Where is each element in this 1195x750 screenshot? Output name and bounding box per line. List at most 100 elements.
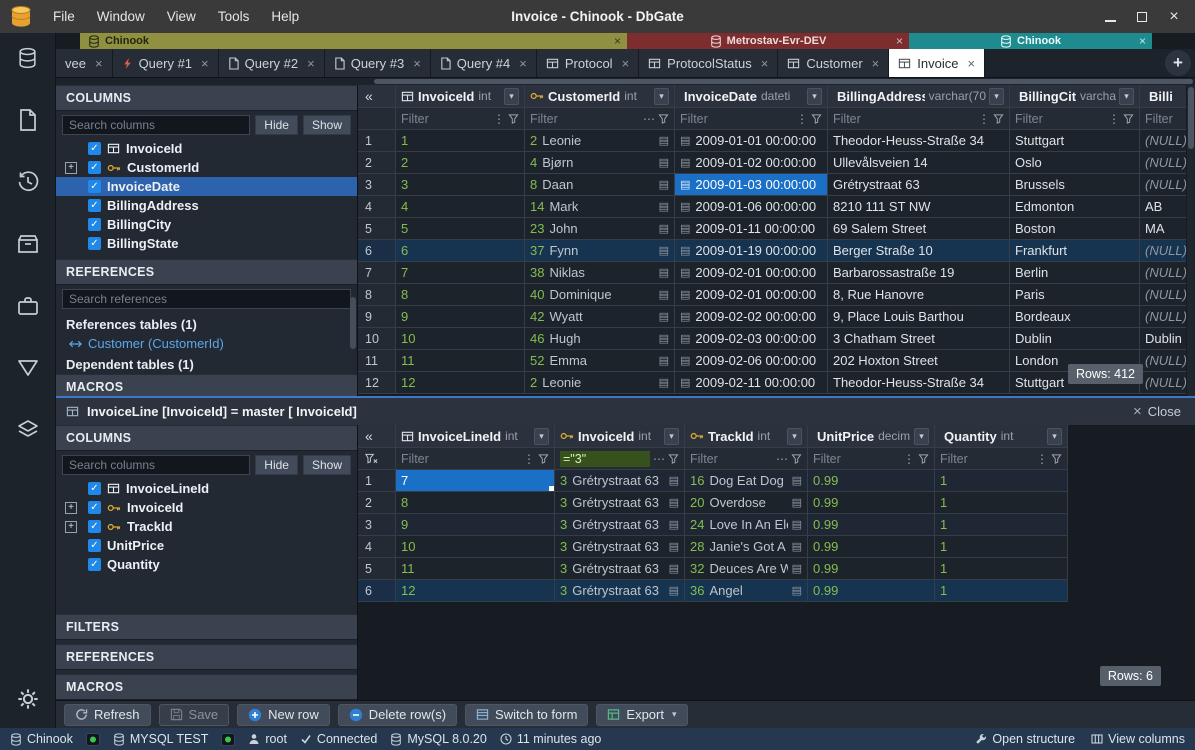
column-dropdown-icon[interactable]: ▾ [1047, 428, 1062, 445]
column-header-invoiceid[interactable]: InvoiceIdint▾ [555, 425, 685, 448]
switch-to-form-button[interactable]: Switch to form [465, 704, 588, 726]
customerid-cell[interactable]: 37Fynn▤ [525, 240, 675, 262]
datetime-icon[interactable]: ▤ [680, 244, 690, 257]
open-reference-icon[interactable]: ▤ [788, 584, 802, 597]
tab-close-icon[interactable]: × [761, 56, 769, 71]
tab-close-icon[interactable]: × [201, 56, 209, 71]
open-reference-icon[interactable]: ▤ [655, 134, 669, 147]
open-reference-icon[interactable]: ▤ [665, 562, 679, 575]
delete-row-s-button[interactable]: Delete row(s) [338, 704, 457, 726]
master-column-item-billingaddress[interactable]: ✓BillingAddress [56, 196, 357, 215]
detail-column-item-invoicelineid[interactable]: ✓InvoiceLineId [56, 479, 357, 498]
billingcity-cell[interactable]: Stuttgart [1010, 130, 1140, 152]
row-number-cell[interactable]: 7 [358, 262, 396, 284]
filter-input-invoiceid[interactable] [560, 451, 650, 467]
macros-section-header[interactable]: MACROS [56, 374, 357, 396]
row-number-cell[interactable]: 10 [358, 328, 396, 350]
filter-input-trackid[interactable] [690, 451, 773, 467]
open-reference-icon[interactable]: ▤ [788, 496, 802, 509]
collapse-left-panel-button[interactable]: « [358, 85, 396, 108]
filter-menu-icon[interactable]: ⋯ [643, 112, 655, 126]
tab-group-metrostav-evr-dev-2[interactable]: Metrostav-Evr-DEV× [627, 33, 909, 49]
filter-input-billingaddress[interactable] [833, 111, 975, 127]
checkbox-checked-icon[interactable]: ✓ [88, 161, 101, 174]
tab-customer[interactable]: Customer× [778, 49, 889, 77]
row-number-cell[interactable]: 8 [358, 284, 396, 306]
datetime-icon[interactable]: ▤ [680, 156, 690, 169]
filter-input-quantity[interactable] [940, 451, 1033, 467]
row-number-cell[interactable]: 6 [358, 580, 396, 602]
filter-menu-icon[interactable]: ⋮ [523, 452, 535, 466]
column-dropdown-icon[interactable]: ▾ [914, 428, 929, 445]
menu-window[interactable]: Window [86, 0, 156, 33]
restore-button[interactable] [1129, 4, 1155, 30]
column-dropdown-icon[interactable]: ▾ [504, 88, 519, 105]
invoicelineid-cell[interactable]: 11 [396, 558, 555, 580]
tab-query-3[interactable]: Query #3× [325, 49, 431, 77]
unitprice-cell[interactable]: 0.99 [808, 536, 935, 558]
invoicedate-cell[interactable]: ▤2009-02-01 00:00:00 [675, 262, 828, 284]
open-reference-icon[interactable]: ▤ [655, 178, 669, 191]
filter-menu-icon[interactable]: ⋮ [493, 112, 505, 126]
row-number-cell[interactable]: 1 [358, 130, 396, 152]
status-status-green[interactable] [86, 733, 100, 746]
invoicedate-cell[interactable]: ▤2009-01-01 00:00:00 [675, 130, 828, 152]
unitprice-cell[interactable]: 0.99 [808, 470, 935, 492]
filter-input-unitprice[interactable] [813, 451, 900, 467]
invoiceid-cell[interactable]: 8 [396, 284, 525, 306]
billingcity-cell[interactable]: Dublin [1010, 328, 1140, 350]
files-icon[interactable] [15, 107, 41, 133]
quantity-cell[interactable]: 1 [935, 492, 1068, 514]
filter-menu-icon[interactable]: ⋮ [1108, 112, 1120, 126]
tab-close-icon[interactable]: × [307, 56, 315, 71]
search-references-input[interactable] [62, 289, 351, 309]
open-reference-icon[interactable]: ▤ [665, 474, 679, 487]
open-reference-icon[interactable]: ▤ [788, 474, 802, 487]
unitprice-cell[interactable]: 0.99 [808, 514, 935, 536]
column-header-invoicelineid[interactable]: InvoiceLineIdint▾ [396, 425, 555, 448]
invoiceid-cell[interactable]: 3Grétrystraat 63▤ [555, 492, 685, 514]
tab-group-close-icon[interactable]: × [614, 34, 621, 48]
open-reference-icon[interactable]: ▤ [655, 310, 669, 323]
datetime-icon[interactable]: ▤ [680, 178, 690, 191]
invoicedate-cell[interactable]: ▤2009-01-02 00:00:00 [675, 152, 828, 174]
tabs-scrollbar-thumb[interactable] [374, 79, 1193, 84]
tab-vee[interactable]: vee× [56, 49, 113, 77]
invoiceid-cell[interactable]: 10 [396, 328, 525, 350]
invoiceid-cell[interactable]: 12 [396, 372, 525, 394]
tab-close-icon[interactable]: × [967, 56, 975, 71]
invoicelineid-cell[interactable]: 9 [396, 514, 555, 536]
status-mysql-8-0-20[interactable]: MySQL 8.0.20 [390, 732, 486, 746]
column-dropdown-icon[interactable]: ▾ [807, 88, 822, 105]
billingcity-cell[interactable]: Brussels [1010, 174, 1140, 196]
minimize-button[interactable] [1097, 4, 1123, 30]
checkbox-checked-icon[interactable]: ✓ [88, 199, 101, 212]
column-header-trackid[interactable]: TrackIdint▾ [685, 425, 808, 448]
tab-protocolstatus[interactable]: ProtocolStatus× [639, 49, 778, 77]
trackid-cell[interactable]: 36Angel▤ [685, 580, 808, 602]
archive-icon[interactable] [15, 231, 41, 257]
datetime-icon[interactable]: ▤ [680, 266, 690, 279]
detail-column-item-unitprice[interactable]: ✓UnitPrice [56, 536, 357, 555]
invoiceid-cell[interactable]: 5 [396, 218, 525, 240]
new-tab-button[interactable]: + [1165, 50, 1191, 76]
status-root[interactable]: root [248, 732, 287, 746]
settings-icon[interactable] [15, 686, 41, 712]
invoicelineid-cell[interactable]: 10 [396, 536, 555, 558]
quantity-cell[interactable]: 1 [935, 558, 1068, 580]
detail-search-columns-input[interactable] [62, 455, 250, 475]
row-number-cell[interactable]: 6 [358, 240, 396, 262]
checkbox-checked-icon[interactable]: ✓ [88, 501, 101, 514]
filter-input-billi[interactable] [1145, 111, 1189, 127]
master-column-item-customerid[interactable]: +✓CustomerId [56, 158, 357, 177]
detail-column-item-quantity[interactable]: ✓Quantity [56, 555, 357, 574]
column-dropdown-icon[interactable]: ▾ [664, 428, 679, 445]
filter-funnel-icon[interactable] [658, 113, 669, 124]
tab-query-2[interactable]: Query #2× [219, 49, 325, 77]
trackid-cell[interactable]: 28Janie's Got A Gun▤ [685, 536, 808, 558]
billingaddress-cell[interactable]: 3 Chatham Street [828, 328, 1010, 350]
filter-funnel-icon[interactable] [668, 453, 679, 464]
open-reference-icon[interactable]: ▤ [665, 540, 679, 553]
grid-vscrollbar-thumb[interactable] [1188, 87, 1194, 149]
filters-section-header[interactable]: FILTERS [56, 614, 357, 640]
